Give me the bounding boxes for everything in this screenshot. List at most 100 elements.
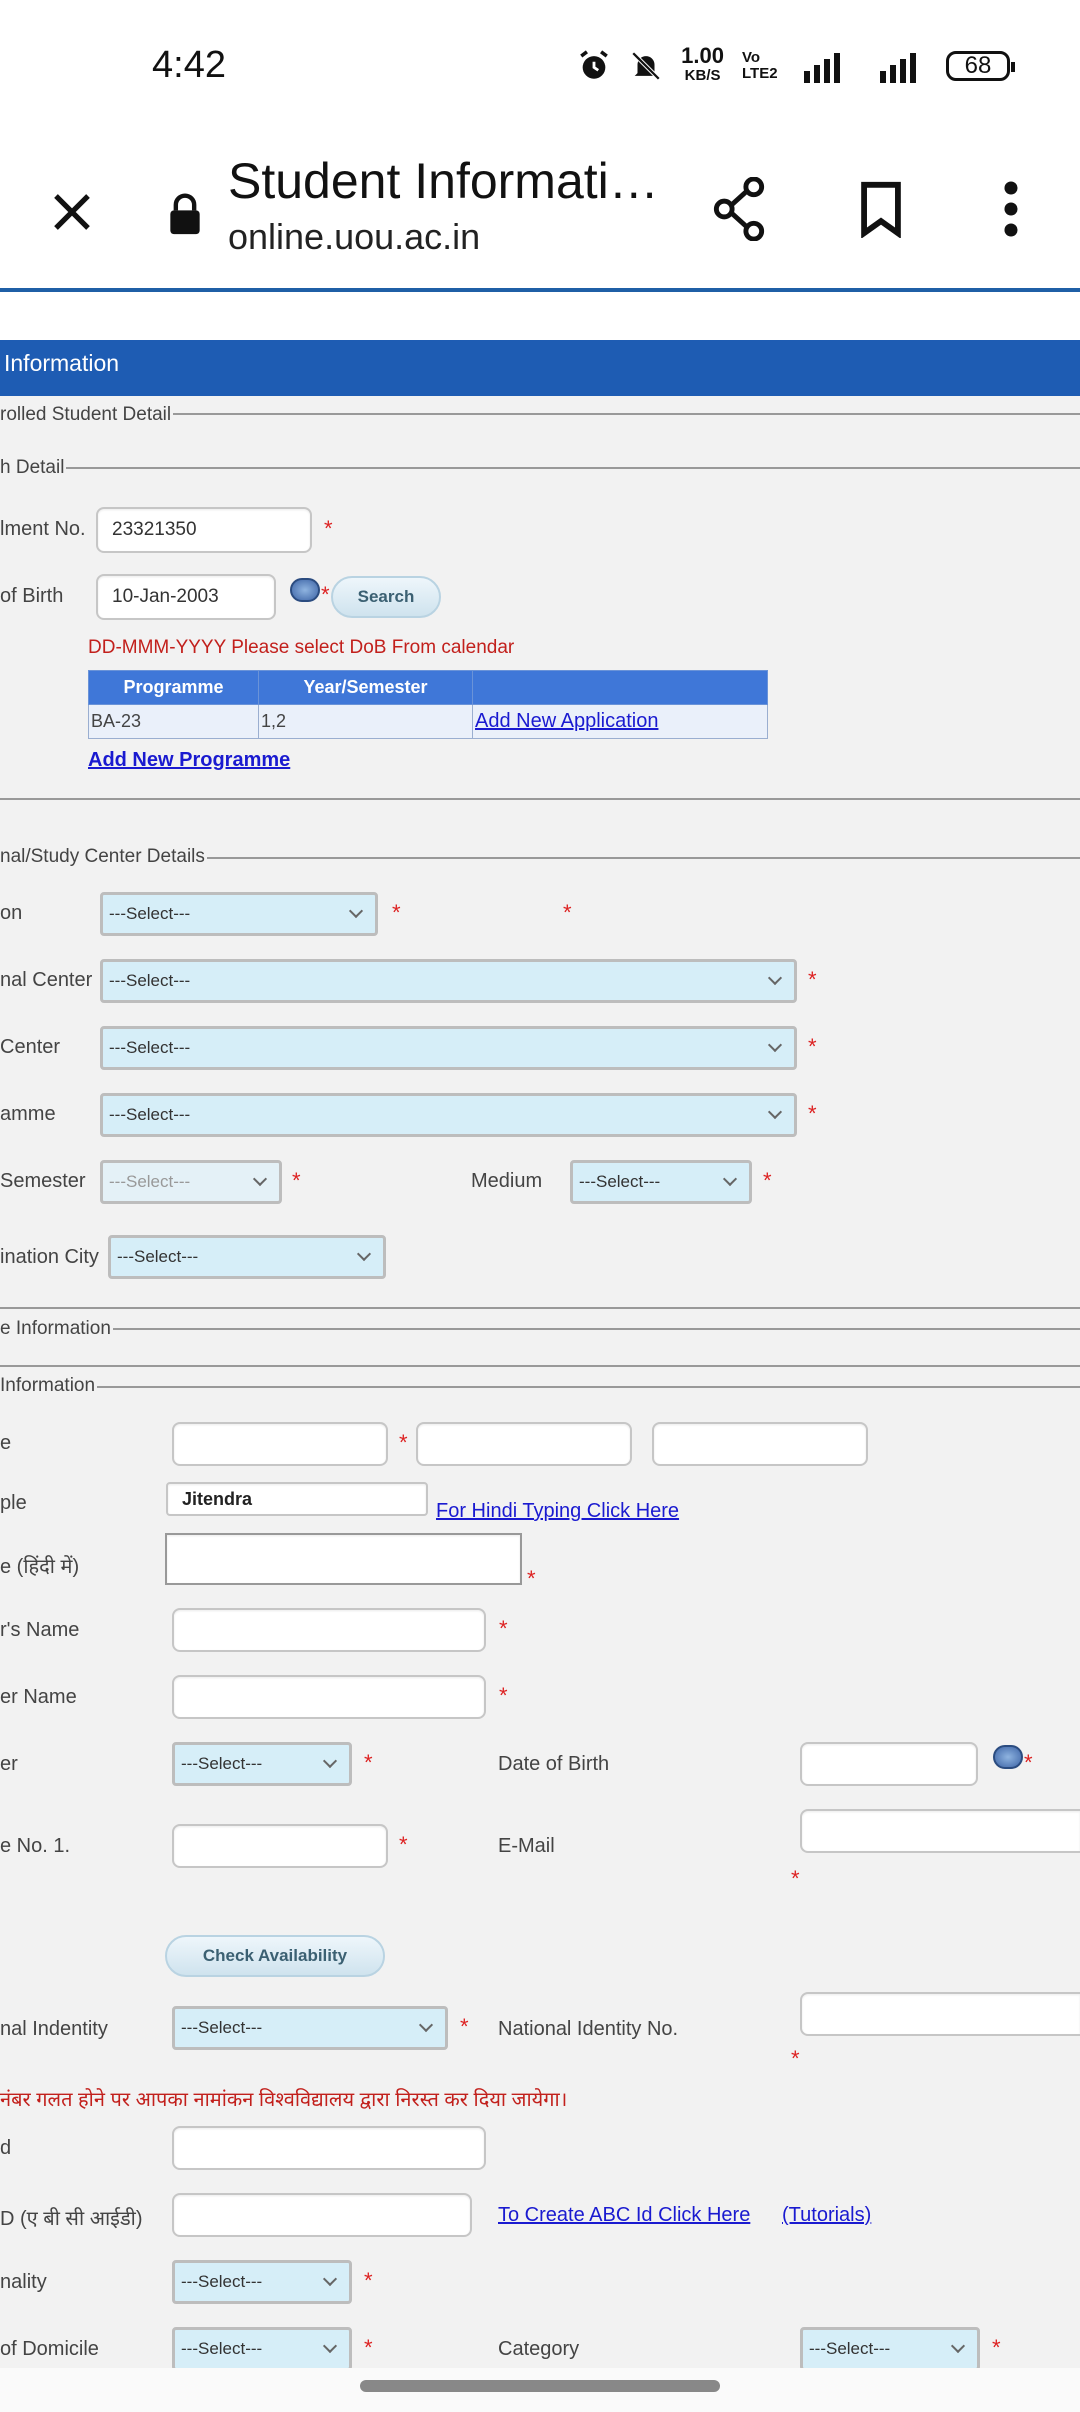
share-button[interactable] [700,170,778,248]
required-marker: * [460,2014,469,2039]
bookmark-button[interactable] [842,170,920,248]
required-marker: * [364,1750,373,1775]
table-header: Year/Semester [258,670,473,705]
national-identity-select[interactable]: ---Select--- [172,2006,448,2050]
semester-select[interactable]: ---Select--- [100,1160,282,1204]
nationality-label: nality [0,2271,47,2293]
father-name-input[interactable] [172,1608,486,1652]
required-marker: * [992,2335,1001,2360]
domicile-label: of Domicile [0,2338,99,2360]
legend-study-center: nal/Study Center Details [0,846,207,868]
chevron-down-icon [767,970,783,986]
required-marker: * [791,1866,800,1891]
share-icon [713,177,765,241]
required-marker: * [399,1430,408,1455]
mother-name-input[interactable] [172,1675,486,1719]
person-dob-input[interactable] [800,1742,978,1786]
gesture-handle[interactable] [360,2380,720,2392]
volte-label: Vo LTE2 [742,49,778,82]
required-marker: * [364,2335,373,2360]
hindi-name-label: e (हिंदी में) [0,1556,80,1578]
create-abc-id-link[interactable]: To Create ABC Id Click Here [498,2204,750,2227]
abc-id-input[interactable] [172,2193,472,2237]
legend-enrolled: rolled Student Detail [0,404,174,426]
calendar-icon[interactable] [993,1745,1023,1769]
table-row: BA-23 1,2 Add New Application [88,704,768,739]
gender-select[interactable]: ---Select--- [172,1742,352,1786]
middle-name-input[interactable] [416,1422,632,1466]
mobile-input[interactable] [172,1824,388,1868]
required-marker: * [808,1034,817,1059]
required-marker: * [292,1168,301,1193]
legend-outer-info: e Information [0,1318,113,1340]
page-title: Student Informati… [228,153,659,209]
study-center-select[interactable]: ---Select--- [100,1026,797,1070]
programme-table: Programme Year/Semester BA-23 1,2 Add Ne… [88,670,768,739]
signal-icon [804,53,840,83]
fieldset-border [0,467,1080,469]
region-select[interactable]: ---Select--- [100,892,378,936]
bookmark-icon [861,181,901,238]
mobile-label: e No. 1. [0,1835,71,1857]
add-programme-link[interactable]: Add New Programme [88,749,290,772]
domicile-select[interactable]: ---Select--- [172,2327,352,2371]
calendar-icon[interactable] [290,578,320,602]
overflow-menu-button[interactable] [972,170,1050,248]
region-label: on [0,902,23,924]
required-marker: * [399,1832,408,1857]
section-header: Information [0,340,1080,396]
chevron-down-icon [356,1246,372,1262]
exam-city-label: ination City [0,1246,99,1268]
enrolment-input[interactable]: 23321350 [96,507,312,553]
chevron-down-icon [767,1037,783,1053]
chevron-down-icon [322,1753,338,1769]
national-identity-no-input[interactable] [800,1992,1080,2036]
email-label: E-Mail [498,1835,555,1857]
close-button[interactable] [36,176,108,248]
hindi-name-input[interactable] [165,1533,522,1585]
page-url[interactable]: online.uou.ac.in [228,216,480,258]
required-marker: * [808,1101,817,1126]
father-name-label: r's Name [0,1619,80,1641]
name-sample-input[interactable]: Jitendra [166,1482,428,1516]
hindi-typing-link[interactable]: For Hindi Typing Click Here [436,1500,679,1523]
check-availability-button[interactable]: Check Availability [165,1935,385,1977]
first-name-input[interactable] [172,1422,388,1466]
table-cell-action: Add New Application [472,704,768,739]
required-marker: * [499,1683,508,1708]
aadhaar-label: d [0,2137,12,2159]
national-identity-no-label: National Identity No. [498,2018,679,2040]
lock-icon[interactable] [166,192,204,236]
medium-select[interactable]: ---Select--- [570,1160,752,1204]
status-bar: 4:42 1.00 KB/S Vo LTE2 68 [0,0,1080,140]
aadhaar-input[interactable] [172,2126,486,2170]
add-new-application-link[interactable]: Add New Application [475,710,658,732]
fieldset-border [0,1307,1080,1309]
required-marker: * [364,2268,373,2293]
mother-name-label: er Name [0,1686,77,1708]
abc-id-label: D (ए बी सी आईडी) [0,2208,143,2230]
legend-personal: Information [0,1375,98,1397]
status-time: 4:42 [152,44,226,86]
search-button[interactable]: Search [331,576,441,618]
nationality-select[interactable]: ---Select--- [172,2260,352,2304]
category-label: Category [498,2338,580,2360]
required-marker: * [321,582,330,607]
tutorials-link[interactable]: (Tutorials) [782,2204,871,2227]
required-marker: * [791,2046,800,2071]
exam-city-select[interactable]: ---Select--- [108,1235,386,1279]
regional-center-select[interactable]: ---Select--- [100,959,797,1003]
net-speed: 1.00 KB/S [681,43,724,85]
email-input[interactable] [800,1809,1080,1853]
semester-label: Semester [0,1170,86,1192]
category-select[interactable]: ---Select--- [800,2327,980,2371]
dob-input[interactable]: 10-Jan-2003 [96,574,276,620]
legend-search: h Detail [0,457,67,479]
mute-bell-icon [631,51,661,81]
required-marker: * [324,516,333,541]
programme-select[interactable]: ---Select--- [100,1093,797,1137]
last-name-input[interactable] [652,1422,868,1466]
medium-label: Medium [471,1170,543,1192]
table-header: Programme [88,670,259,705]
signal-icon-2 [880,53,916,83]
